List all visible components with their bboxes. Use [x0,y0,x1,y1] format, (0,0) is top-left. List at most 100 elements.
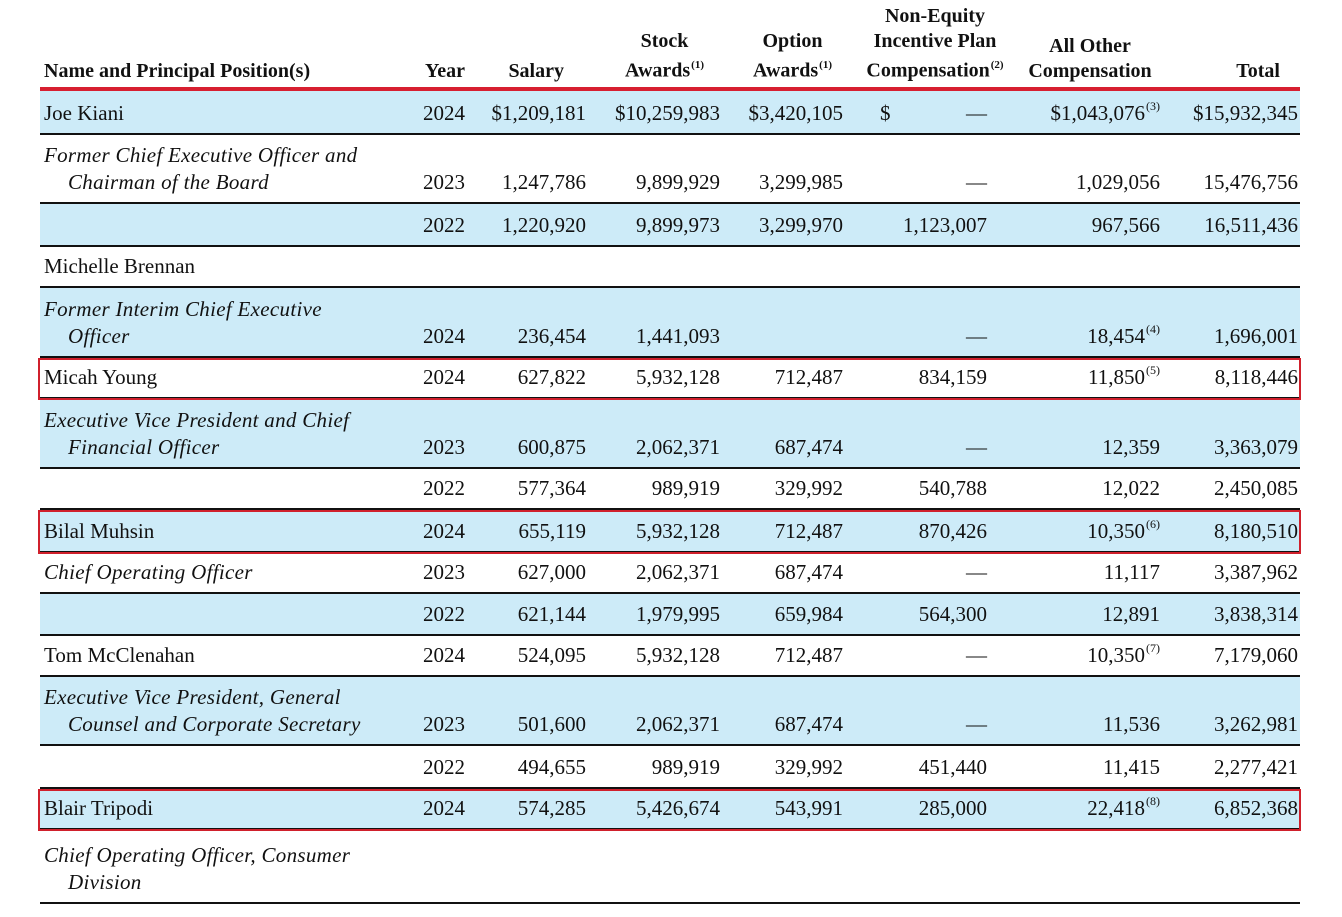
total-cell: 6,852,368 [1214,796,1298,820]
all-other-cell: 11,536 [1103,712,1160,736]
total-cell: 3,387,962 [1214,560,1298,584]
non-equity-cell: — [966,435,987,459]
table-header: Name and Principal Position(s) Year Sala… [40,0,1300,88]
non-equity-cell: 870,426 [918,519,987,543]
year-cell: 2024 [423,324,465,348]
non-equity-cell: 540,788 [918,476,987,500]
option-awards-cell: 712,487 [774,519,843,543]
salary-cell: 574,285 [517,796,586,820]
option-awards-cell: 712,487 [774,365,843,389]
year-cell: 2024 [423,365,465,389]
year-cell: 2024 [423,519,465,543]
salary-cell: 501,600 [517,712,586,736]
salary-cell: 627,000 [517,560,586,584]
table-row: 2022 1,220,920 9,899,973 3,299,970 1,123,007… [40,204,1300,247]
total-cell: 1,696,001 [1214,324,1298,348]
table-row: Bilal Muhsin 2024 655,119 5,932,128 712,487 8… [40,510,1300,553]
stock-awards-cell: 5,932,128 [636,643,720,667]
table-row: Chief Operating Officer, Consumer Divisio… [40,830,1300,904]
salary-cell: 1,220,920 [502,213,586,237]
option-awards-cell: 329,992 [774,476,843,500]
non-equity-cell: 1,123,007 [903,213,987,237]
executive-name: Michelle Brennan [44,254,196,278]
all-other-cell: 10,350(6) [1087,517,1160,543]
all-other-cell: 11,850(5) [1088,363,1160,389]
salary-cell: 621,144 [517,602,586,626]
total-cell: 2,277,421 [1214,755,1298,779]
total-cell: 7,179,060 [1214,643,1298,667]
stock-awards-cell: 9,899,929 [636,170,720,194]
all-other-cell: 1,029,056 [1076,170,1160,194]
year-cell: 2024 [423,643,465,667]
stock-awards-cell: 5,932,128 [636,365,720,389]
table-row: Chief Operating Officer 2023 627,000 2,062,… [40,553,1300,594]
option-awards-cell: $3,420,105 [748,101,844,125]
executive-name: Blair Tripodi [44,796,154,820]
salary-cell: 655,119 [518,519,586,543]
header-total: Total [1236,60,1280,82]
stock-awards-cell: $10,259,983 [615,101,720,125]
non-equity-cell: — [966,643,987,667]
table-row: Executive Vice President and Chief Financ… [40,399,1300,469]
option-awards-cell: 712,487 [774,643,843,667]
total-cell: 8,180,510 [1214,519,1298,543]
option-awards-cell: 3,299,985 [759,170,843,194]
year-cell: 2023 [423,560,465,584]
all-other-cell: 11,415 [1103,755,1160,779]
total-cell: 3,363,079 [1214,435,1298,459]
executive-position: Former Interim Chief Executive Officer [44,297,322,348]
table-row: Tom McClenahan 2024 524,095 5,932,128 712,48… [40,636,1300,677]
non-equity-cell: 451,440 [918,755,987,779]
all-other-cell: 967,566 [1091,213,1160,237]
non-equity-cell: — [966,170,987,194]
all-other-cell: 12,022 [1102,476,1160,500]
total-cell: 3,838,314 [1214,602,1298,626]
total-cell: 8,118,446 [1214,365,1298,389]
salary-cell: 577,364 [517,476,586,500]
year-cell: 2022 [423,755,465,779]
stock-awards-cell: 2,062,371 [636,560,720,584]
non-equity-cell: — [966,101,987,125]
table-row: Micah Young 2024 627,822 5,932,128 712,487 83… [40,358,1300,399]
salary-cell: $1,209,181 [491,101,587,125]
option-awards-cell: 687,474 [774,712,843,736]
executive-position: Chief Operating Officer [44,560,253,584]
all-other-cell: 11,117 [1103,560,1160,584]
all-other-cell: 12,891 [1102,602,1160,626]
option-awards-cell: 687,474 [774,560,843,584]
executive-name: Bilal Muhsin [44,519,155,543]
all-other-cell: 18,454(4) [1087,322,1160,348]
year-cell: 2024 [423,101,465,125]
stock-awards-cell: 5,932,128 [636,519,720,543]
executive-position: Former Chief Executive Officer and Chairm… [44,143,358,194]
table-row: Michelle Brennan [40,247,1300,288]
table-row: Executive Vice President, General Counsel… [40,677,1300,746]
year-cell: 2023 [423,712,465,736]
table-row: 2022 494,655 989,919 329,992 451,440 11,415 2,… [40,746,1300,789]
all-other-cell: 22,418(8) [1087,794,1160,820]
table-row: 2022 577,364 989,919 329,992 540,788 12,022 2,… [40,469,1300,510]
executive-name: Joe Kiani [44,101,124,125]
all-other-cell: 12,359 [1102,435,1160,459]
table-row: 2022 621,144 1,979,995 659,984 564,300 12,891… [40,594,1300,636]
option-awards-cell: 687,474 [774,435,843,459]
header-stock-awards: Stock Awards(1) [624,30,704,82]
dollar-sign: $ [880,101,891,125]
year-cell: 2022 [423,602,465,626]
non-equity-cell: — [966,324,987,348]
salary-cell: 524,095 [517,643,586,667]
total-cell: 2,450,085 [1214,476,1298,500]
year-cell: 2022 [423,213,465,237]
stock-awards-cell: 1,441,093 [636,324,720,348]
salary-cell: 236,454 [517,324,586,348]
header-all-other: All Other Compensation [1028,35,1152,82]
total-cell: 15,476,756 [1203,170,1299,194]
option-awards-cell: 543,991 [774,796,843,820]
header-salary: Salary [508,60,564,82]
total-cell: $15,932,345 [1193,101,1298,125]
option-awards-cell: 659,984 [774,602,843,626]
stock-awards-cell: 5,426,674 [636,796,720,820]
all-other-cell: $1,043,076(3) [1050,99,1161,125]
non-equity-cell: 285,000 [918,796,987,820]
header-year: Year [425,60,465,82]
